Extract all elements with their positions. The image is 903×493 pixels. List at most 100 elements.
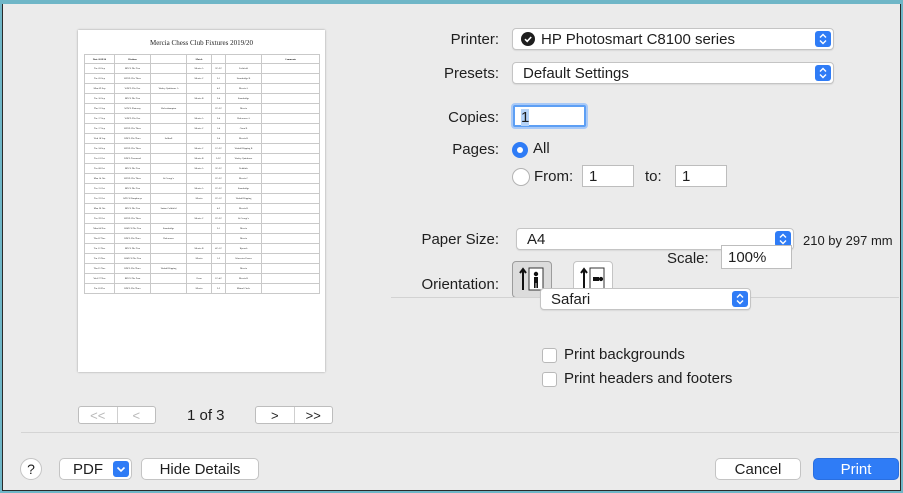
table-row: Tue 19 Nov WkDCL Div Two Mercia 1-3 Worceste… [84,253,320,264]
paper-size-label: Paper Size: [421,231,499,248]
table-cell: 2-2 [211,283,226,294]
table-row: Thu 07 Nov BDCL Div Three Halesowen Mercia [84,233,320,244]
table-row: Thu 21 Nov BDCL Div Three Walsall Kipping M… [84,263,320,274]
table-row: Tue 17 Sep WDCL Div Three Mercia C 1-4 Oxon … [84,123,320,134]
previous-page-button[interactable]: < [116,407,156,423]
printer-status-icon [521,32,535,46]
table-cell: Mercia A [186,63,212,74]
table-cell [150,143,187,154]
last-page-button[interactable]: >> [293,407,333,423]
table-cell [261,253,320,264]
table-cell: Mercia A [225,83,262,94]
pager-back-buttons[interactable]: << < [78,406,156,424]
scale-input[interactable]: 100% [721,245,792,269]
table-cell: 1½-4½ [211,273,226,284]
table-cell [261,233,320,244]
table-cell: BDCL Div Two [114,93,151,104]
copies-input[interactable]: 1 [513,105,586,127]
page-indicator: 1 of 3 [187,407,225,424]
table-cell: 2-4 [211,133,226,144]
table-cell: 1½-2½ [211,143,226,154]
table-row: Tue 15 Oct BDCL Div Two Mercia A 2½-3½ Stour… [84,183,320,194]
table-cell: BDCL Townsend [114,153,151,164]
table-row: Mon 28 Oct BDCL Div Two Sutton Coldfield 4-… [84,203,320,214]
table-cell: Mercia B [225,273,262,284]
table-cell: WDCL Div Three [114,213,151,224]
paper-size-dimensions: 210 by 297 mm [803,233,893,248]
table-cell: BDCL Div Three [114,283,151,294]
table-cell: 1-3 [211,253,226,264]
table-cell [150,183,187,194]
hide-details-button[interactable]: Hide Details [141,458,259,480]
table-cell: 3½-2½ [211,163,226,174]
table-row: Tue 24 Sep WDCL Div Three Mercia C 1½-2½ Wal… [84,143,320,154]
table-cell: Solihull [150,133,187,144]
table-row: Tue 01 Oct BDCL Townsend Mercia B 3-3½ Warle… [84,153,320,164]
table-cell [150,213,187,224]
table-cell [186,133,212,144]
preview-header-cell: Comments [261,54,320,64]
print-backgrounds-checkbox[interactable] [542,348,557,363]
table-cell: Thu 07 Nov [84,233,115,244]
printer-value: HP Photosmart C8100 series [541,31,735,48]
presets-popup[interactable]: Default Settings [512,62,834,84]
table-row: Tue 03 Sep BDCL Div Two Mercia A 3½-2½ Lichf… [84,63,320,74]
first-page-button[interactable]: << [79,407,117,423]
pager-forward-buttons[interactable]: > >> [255,406,333,424]
table-row: Tue 17 Sep WDCL Div One Mercia A 2-4 Halesow… [84,113,320,124]
table-cell: Mercia [225,233,262,244]
table-cell [261,103,320,114]
table-cell [261,133,320,144]
table-cell: 2½-3½ [211,103,226,114]
table-cell: 2½-3½ [211,183,226,194]
pages-range-radio[interactable] [512,168,530,186]
print-backgrounds-label: Print backgrounds [564,346,685,363]
help-button[interactable]: ? [20,458,42,480]
table-cell: Wolverhampton [150,103,187,114]
table-cell: Wed 27 Nov [84,273,115,284]
preview-table-body: Tue 03 Sep BDCL Div Two Mercia A 3½-2½ Lichf… [84,63,320,294]
presets-value: Default Settings [523,65,629,82]
table-cell: Mercia [225,263,262,274]
pages-all-label: All [533,140,550,157]
pages-all-radio[interactable] [512,142,528,158]
table-cell: Mercia B [225,133,262,144]
table-row: Tue 22 Oct WDCL Humphreys Mercia 2½-1½ Walsa… [84,193,320,204]
table-cell: BDCL Div Two [114,243,151,254]
table-cell: Mercia [225,103,262,114]
scale-label: Scale: [667,250,709,267]
presets-label: Presets: [443,65,499,82]
table-row: Tue 03 Dec BDCL Div Three Mercia 2-2 Mistral… [84,283,320,294]
table-cell: BDCL Div Two [114,203,151,214]
table-cell: Mon 28 Oct [84,203,115,214]
table-cell: Walsall Kipping B [225,143,262,154]
table-cell: Mercia B [186,93,212,104]
table-cell: Walsall Kipping [225,193,262,204]
table-cell [186,233,212,244]
pages-from-input[interactable]: 1 [582,165,634,187]
table-cell: Tue 03 Sep [84,63,115,74]
table-cell [150,63,187,74]
table-cell [261,283,320,294]
next-page-button[interactable]: > [256,407,294,423]
print-headers-footers-checkbox[interactable] [542,372,557,387]
table-cell: BDCL Div Three [114,233,151,244]
table-cell: BDCL Div Two [114,63,151,74]
cancel-button[interactable]: Cancel [715,458,801,480]
printer-popup[interactable]: HP Photosmart C8100 series [512,28,834,50]
table-cell [211,233,226,244]
table-cell [186,223,212,234]
table-cell: Tue 03 Dec [84,283,115,294]
table-cell: Warley Quinborne [225,153,262,164]
table-cell: Tue 03 Sep [84,73,115,84]
table-cell: Halesowen [150,233,187,244]
table-cell: WkDCL Div Two [114,223,151,234]
print-button[interactable]: Print [813,458,899,480]
table-cell: WDCL Div Three [114,123,151,134]
table-cell: Tue 22 Oct [84,193,115,204]
app-options-popup[interactable]: Safari [540,288,751,310]
table-cell: WDCL Div Three [114,173,151,184]
table-cell: 2-4 [211,93,226,104]
pdf-menu-button[interactable]: PDF [59,458,132,480]
pages-to-input[interactable]: 1 [675,165,727,187]
